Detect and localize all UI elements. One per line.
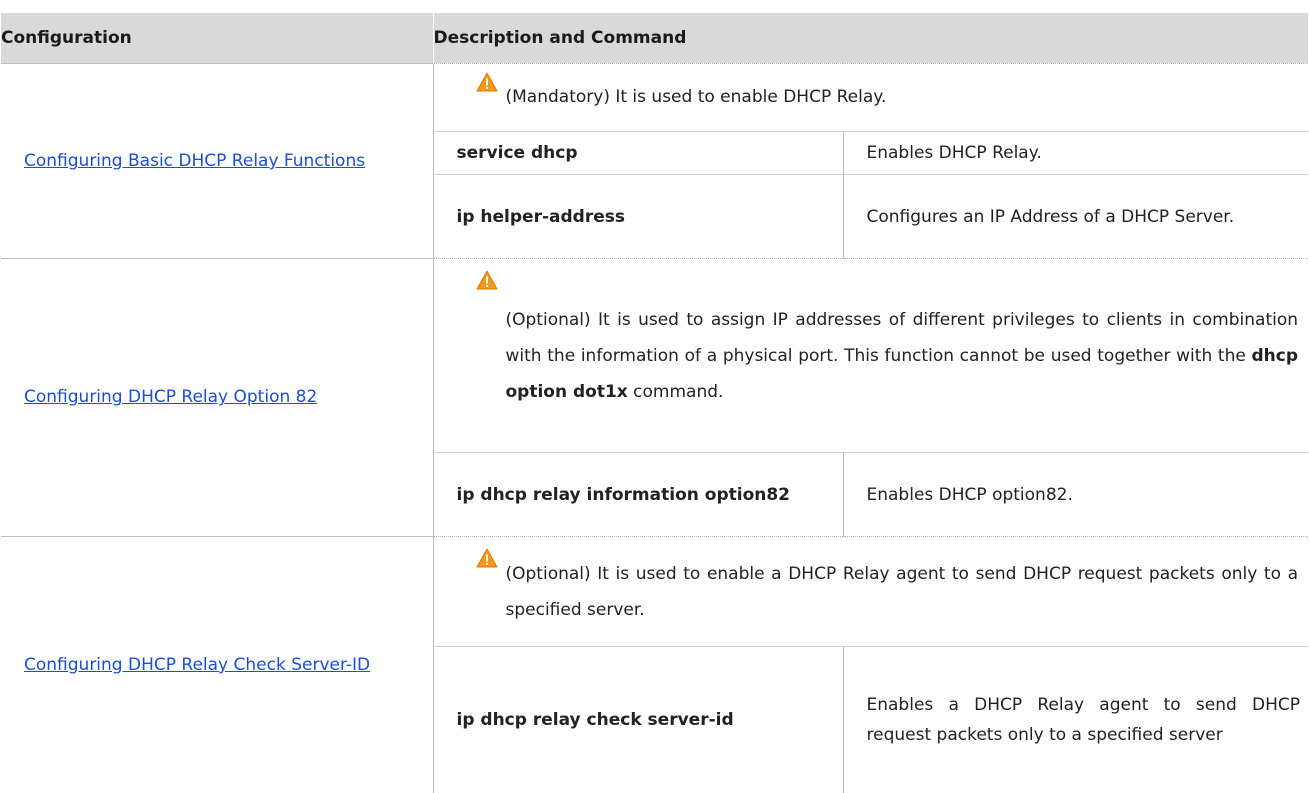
command-cell: service dhcp (433, 130, 844, 175)
table-row: Configuring DHCP Relay Check Server-ID (… (1, 535, 1309, 793)
warning-icon (476, 72, 498, 92)
note-cell: (Mandatory) It is used to enable DHCP Re… (433, 62, 1309, 132)
warning-icon (476, 270, 498, 290)
header-configuration: Configuration (1, 13, 433, 64)
config-cell: Configuring Basic DHCP Relay Functions (1, 62, 434, 260)
warning-icon (476, 548, 498, 568)
link-dhcp-relay-check-server-id[interactable]: Configuring DHCP Relay Check Server-ID (24, 655, 370, 675)
command-cell: ip dhcp relay check server-id (433, 646, 844, 793)
command-cell: ip helper-address (433, 174, 844, 259)
table-header-row: Configuration Description and Command (1, 13, 1309, 64)
note-text: (Mandatory) It is used to enable DHCP Re… (505, 87, 887, 108)
header-description-command: Description and Command (432, 13, 1309, 64)
note-text-prefix: (Optional) It is used to assign IP addre… (505, 309, 1299, 366)
note-text-suffix: command. (627, 381, 724, 402)
command-cell: ip dhcp relay information option82 (433, 452, 844, 537)
table-row: Configuring Basic DHCP Relay Functions (… (1, 62, 1309, 260)
command-description: Enables DHCP option82. (843, 452, 1309, 537)
link-basic-dhcp-relay[interactable]: Configuring Basic DHCP Relay Functions (24, 151, 365, 171)
note-cell: (Optional) It is used to enable a DHCP R… (433, 535, 1309, 648)
command-description: Enables a DHCP Relay agent to send DHCP … (843, 646, 1309, 793)
command-description: Enables DHCP Relay. (843, 130, 1309, 175)
configuration-table: Configuration Description and Command Co… (1, 13, 1309, 793)
table-row: Configuring DHCP Relay Option 82 (Option… (1, 258, 1309, 537)
config-cell: Configuring DHCP Relay Check Server-ID (1, 535, 434, 793)
config-cell: Configuring DHCP Relay Option 82 (1, 258, 434, 537)
command-description: Configures an IP Address of a DHCP Serve… (843, 174, 1309, 259)
note-cell: (Optional) It is used to assign IP addre… (433, 258, 1309, 454)
link-dhcp-relay-option82[interactable]: Configuring DHCP Relay Option 82 (24, 387, 317, 407)
note-text: (Optional) It is used to enable a DHCP R… (505, 563, 1299, 620)
